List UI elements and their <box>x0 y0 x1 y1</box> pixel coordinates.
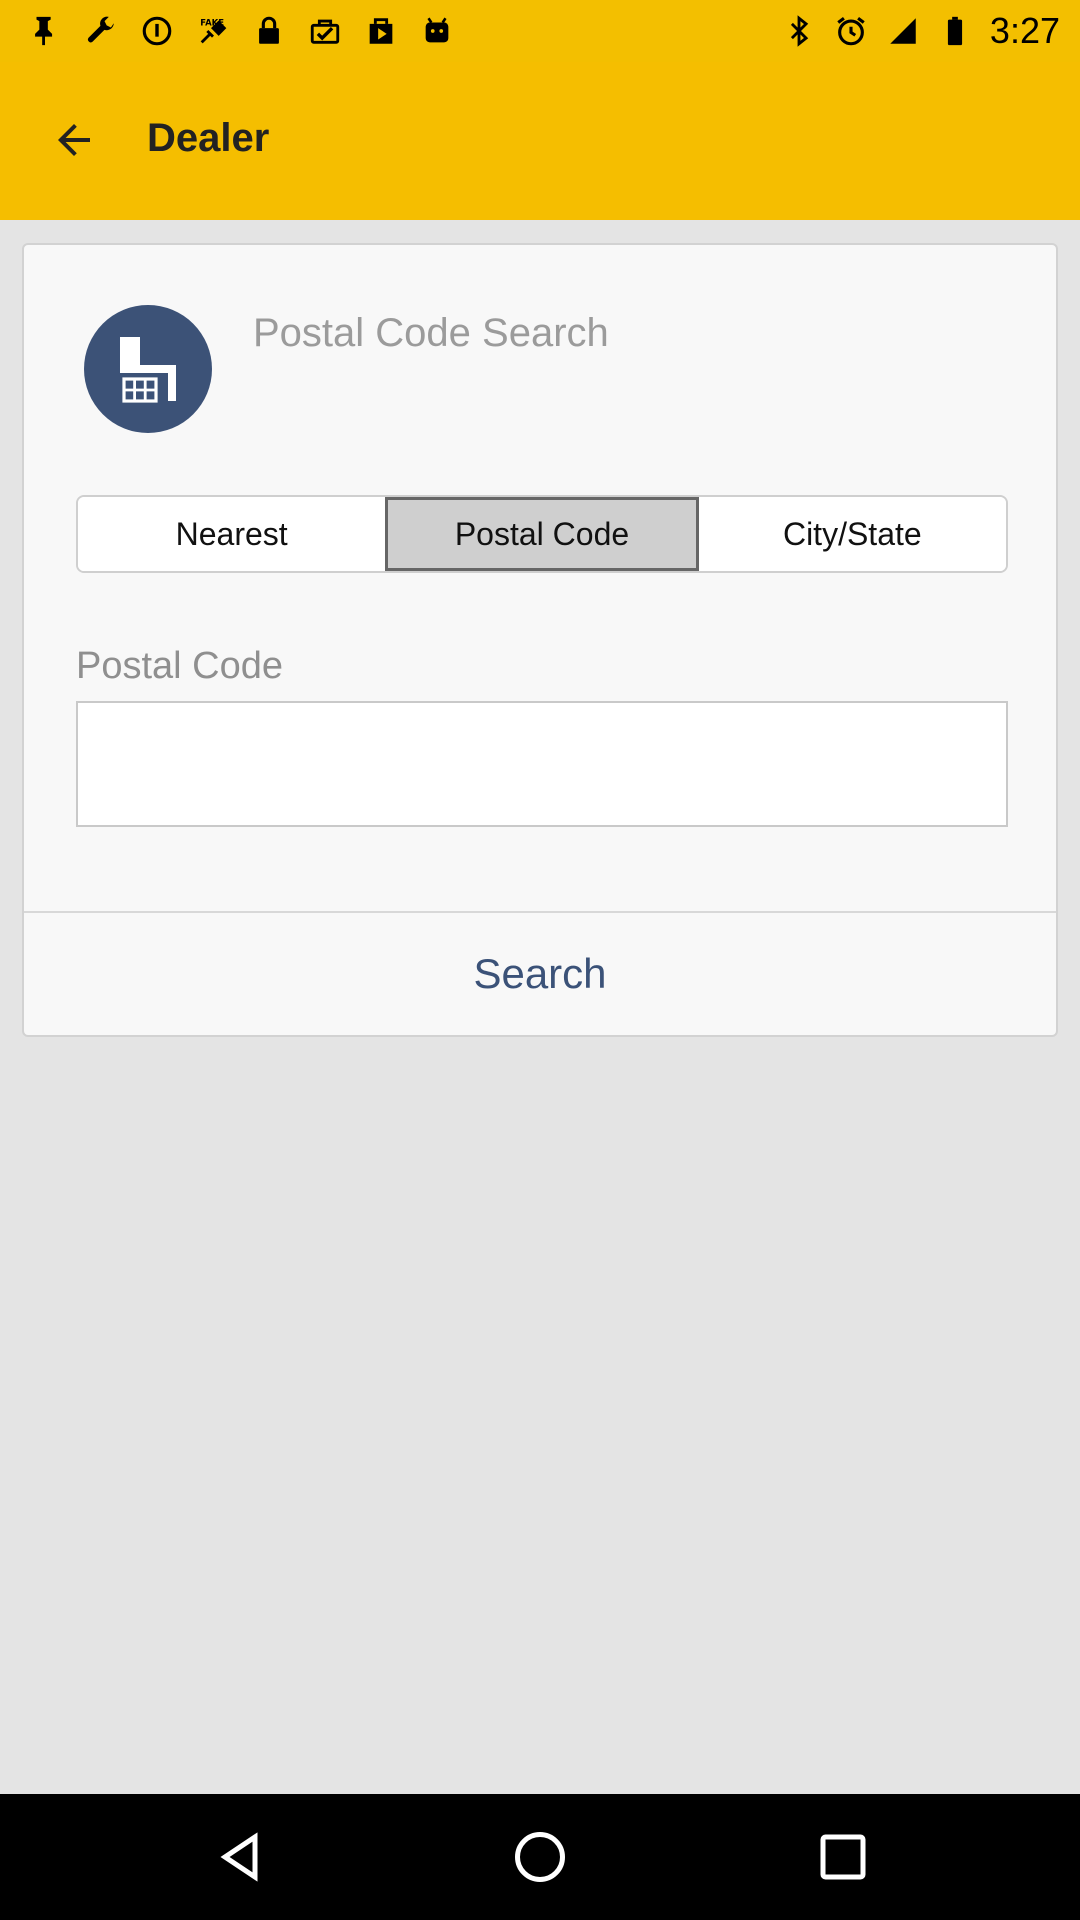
signal-icon <box>886 14 920 48</box>
fake-gps-icon: FAKE <box>196 14 230 48</box>
dealer-avatar <box>84 305 212 433</box>
status-right-icons: 3:27 <box>782 8 1060 54</box>
bluetooth-icon <box>782 14 816 48</box>
nav-recents-button[interactable] <box>808 1822 878 1892</box>
navigation-bar <box>0 1794 1080 1920</box>
page-title: Dealer <box>147 116 270 160</box>
search-button[interactable]: Search <box>24 913 1056 1035</box>
dealer-building-icon <box>120 337 176 403</box>
postal-code-label: Postal Code <box>76 645 284 687</box>
nav-back-icon <box>220 1832 258 1882</box>
nav-home-button[interactable] <box>505 1822 575 1892</box>
search-mode-tabs: Nearest Postal Code City/State <box>76 495 1008 573</box>
nav-back-button[interactable] <box>205 1822 275 1892</box>
back-button[interactable] <box>36 102 112 178</box>
android-icon <box>420 14 454 48</box>
pin-icon <box>28 14 62 48</box>
tab-postal-code[interactable]: Postal Code <box>385 497 699 571</box>
lock-icon <box>252 14 286 48</box>
wrench-icon <box>84 14 118 48</box>
play-store-icon <box>364 14 398 48</box>
tab-nearest[interactable]: Nearest <box>78 497 386 571</box>
info-icon <box>140 14 174 48</box>
app-bar: Dealer <box>0 62 1080 220</box>
tab-city-state[interactable]: City/State <box>698 497 1006 571</box>
card-title: Postal Code Search <box>253 311 609 355</box>
task-done-icon <box>308 14 342 48</box>
postal-code-input[interactable] <box>76 701 1008 827</box>
nav-home-icon <box>515 1832 565 1882</box>
alarm-icon <box>834 14 868 48</box>
status-left-icons: FAKE <box>28 8 454 54</box>
battery-icon <box>938 14 972 48</box>
status-time: 3:27 <box>989 10 1060 51</box>
status-bar: FAKE 3:27 <box>0 0 1080 62</box>
nav-recents-icon <box>820 1834 866 1880</box>
postal-search-card: Postal Code Search Nearest Postal Code C… <box>22 243 1058 1037</box>
arrow-back-icon <box>58 124 90 156</box>
